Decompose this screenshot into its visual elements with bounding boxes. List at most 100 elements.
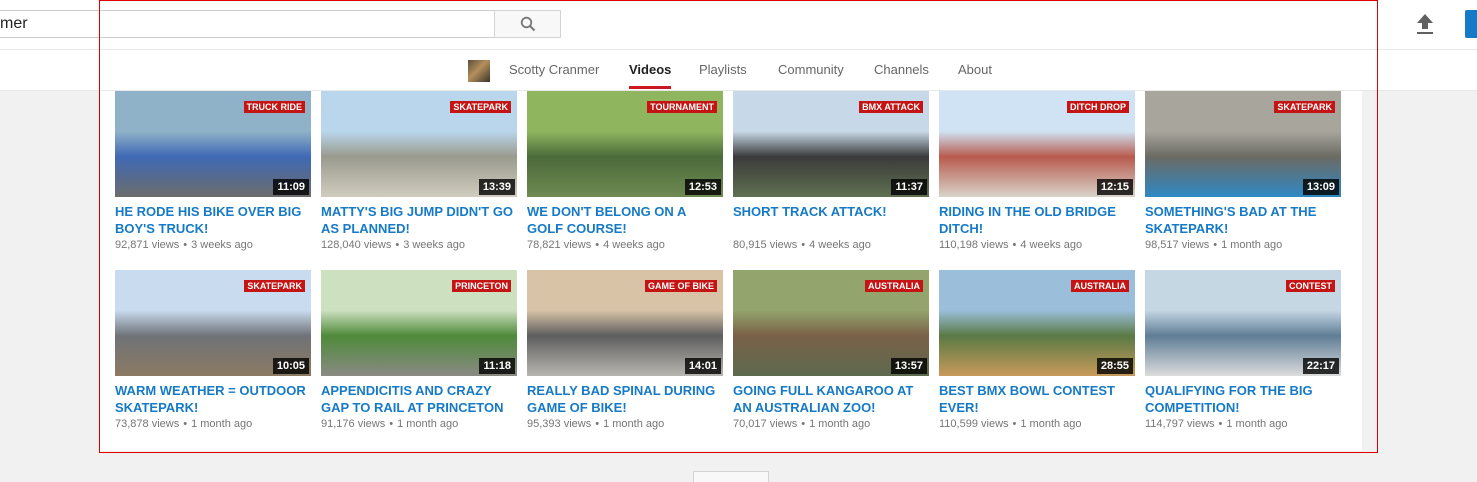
signin-button[interactable] (1465, 10, 1477, 38)
video-duration: 12:15 (1096, 179, 1133, 195)
video-card[interactable]: PRINCETON 11:18 APPENDICITIS AND CRAZY GAP… (321, 270, 517, 432)
tab-playlists[interactable]: Playlists (699, 50, 747, 90)
thumbnail-caption: PRINCETON (452, 280, 511, 292)
video-meta: 128,040 views • 3 weeks ago (321, 237, 517, 253)
video-age: 4 weeks ago (1020, 239, 1083, 251)
video-age: 4 weeks ago (809, 239, 871, 251)
meta-separator: • (595, 418, 600, 430)
video-duration: 11:18 (479, 358, 515, 374)
video-card[interactable]: TRUCK RIDE 11:09 HE RODE HIS BIKE OVER BIG… (115, 91, 311, 253)
video-title[interactable]: RIDING IN THE OLD BRIDGE DITCH! (939, 203, 1135, 237)
video-thumbnail[interactable]: BMX ATTACK 11:37 (733, 91, 929, 197)
thumbnail-caption: AUSTRALIA (865, 280, 923, 292)
meta-separator: • (595, 239, 600, 251)
search-button[interactable] (494, 10, 561, 38)
video-age: 1 month ago (397, 418, 459, 430)
tab-about[interactable]: About (958, 50, 992, 90)
video-card[interactable]: SKATEPARK 13:09 SOMETHING'S BAD AT THE SKA… (1145, 91, 1341, 253)
video-meta: 110,599 views • 1 month ago (939, 416, 1135, 432)
video-views: 73,878 views (115, 418, 180, 430)
meta-separator: • (183, 418, 188, 430)
video-card[interactable]: GAME OF BIKE 14:01 REALLY BAD SPINAL DURIN… (527, 270, 723, 432)
video-views: 80,915 views (733, 239, 798, 251)
video-views: 92,871 views (115, 239, 180, 251)
search-input[interactable]: mer (0, 10, 494, 38)
video-title[interactable]: MATTY'S BIG JUMP DIDN'T GO AS PLANNED! (321, 203, 517, 237)
video-meta: 114,797 views • 1 month ago (1145, 416, 1341, 432)
video-card[interactable]: AUSTRALIA 28:55 BEST BMX BOWL CONTEST EVER… (939, 270, 1135, 432)
video-age: 3 weeks ago (191, 239, 253, 251)
thumbnail-caption: DITCH DROP (1067, 101, 1129, 113)
video-views: 128,040 views (321, 239, 392, 251)
video-thumbnail[interactable]: GAME OF BIKE 14:01 (527, 270, 723, 376)
video-views: 114,797 views (1145, 418, 1215, 430)
video-meta: 78,821 views • 4 weeks ago (527, 237, 723, 253)
video-card[interactable]: TOURNAMENT 12:53 WE DON'T BELONG ON A GOLF… (527, 91, 723, 253)
video-title[interactable]: WARM WEATHER = OUTDOOR SKATEPARK! (115, 382, 311, 416)
video-card[interactable]: BMX ATTACK 11:37 SHORT TRACK ATTACK! 80,915… (733, 91, 929, 253)
video-title[interactable]: GOING FULL KANGAROO AT AN AUSTRALIAN ZOO… (733, 382, 929, 416)
tab-community[interactable]: Community (778, 50, 844, 90)
video-duration: 14:01 (684, 358, 721, 374)
video-title[interactable]: SHORT TRACK ATTACK! (733, 203, 929, 237)
video-thumbnail[interactable]: CONTEST 22:17 (1145, 270, 1341, 376)
video-title[interactable]: HE RODE HIS BIKE OVER BIG BOY'S TRUCK! (115, 203, 311, 237)
video-views: 70,017 views (733, 418, 798, 430)
video-title[interactable]: APPENDICITIS AND CRAZY GAP TO RAIL AT PR… (321, 382, 517, 416)
video-thumbnail[interactable]: AUSTRALIA 13:57 (733, 270, 929, 376)
video-card[interactable]: CONTEST 22:17 QUALIFYING FOR THE BIG COMPE… (1145, 270, 1341, 432)
load-more-button[interactable] (693, 471, 769, 482)
video-duration: 11:09 (273, 179, 309, 195)
video-meta: 92,871 views • 3 weeks ago (115, 237, 311, 253)
video-thumbnail[interactable]: SKATEPARK 13:39 (321, 91, 517, 197)
thumbnail-caption: AUSTRALIA (1071, 280, 1129, 292)
video-title[interactable]: SOMETHING'S BAD AT THE SKATEPARK! (1145, 203, 1341, 237)
search-icon (520, 16, 535, 32)
video-age: 1 month ago (1221, 239, 1283, 251)
channel-nav: Scotty Cranmer Videos Playlists Communit… (0, 50, 1477, 91)
channel-avatar[interactable] (468, 60, 490, 82)
video-duration: 11:37 (891, 179, 927, 195)
upload-icon[interactable] (1414, 12, 1436, 36)
video-age: 1 month ago (191, 418, 253, 430)
video-card[interactable]: DITCH DROP 12:15 RIDING IN THE OLD BRIDGE … (939, 91, 1135, 253)
video-views: 110,599 views (939, 418, 1009, 430)
video-age: 1 month ago (1020, 418, 1082, 430)
video-title[interactable]: BEST BMX BOWL CONTEST EVER! (939, 382, 1135, 416)
video-age: 3 weeks ago (403, 239, 465, 251)
video-age: 1 month ago (603, 418, 665, 430)
video-duration: 10:05 (272, 358, 309, 374)
video-thumbnail[interactable]: DITCH DROP 12:15 (939, 91, 1135, 197)
video-duration: 22:17 (1302, 358, 1339, 374)
video-title[interactable]: QUALIFYING FOR THE BIG COMPETITION! (1145, 382, 1341, 416)
thumbnail-caption: TOURNAMENT (647, 101, 717, 113)
video-title[interactable]: REALLY BAD SPINAL DURING GAME OF BIKE! (527, 382, 723, 416)
video-thumbnail[interactable]: SKATEPARK 10:05 (115, 270, 311, 376)
video-thumbnail[interactable]: TOURNAMENT 12:53 (527, 91, 723, 197)
video-title[interactable]: WE DON'T BELONG ON A GOLF COURSE! (527, 203, 723, 237)
video-meta: 70,017 views • 1 month ago (733, 416, 929, 432)
meta-separator: • (389, 418, 394, 430)
tab-videos[interactable]: Videos (629, 50, 672, 90)
video-meta: 95,393 views • 1 month ago (527, 416, 723, 432)
video-thumbnail[interactable]: SKATEPARK 13:09 (1145, 91, 1341, 197)
video-card[interactable]: AUSTRALIA 13:57 GOING FULL KANGAROO AT AN … (733, 270, 929, 432)
video-views: 110,198 views (939, 239, 1009, 251)
video-duration: 12:53 (684, 179, 721, 195)
video-duration: 13:57 (890, 358, 927, 374)
video-card[interactable]: SKATEPARK 13:39 MATTY'S BIG JUMP DIDN'T GO… (321, 91, 517, 253)
meta-separator: • (395, 239, 400, 251)
meta-separator: • (1218, 418, 1223, 430)
video-thumbnail[interactable]: PRINCETON 11:18 (321, 270, 517, 376)
thumbnail-caption: SKATEPARK (1274, 101, 1335, 113)
video-card[interactable]: SKATEPARK 10:05 WARM WEATHER = OUTDOOR SKA… (115, 270, 311, 432)
tab-channels[interactable]: Channels (874, 50, 929, 90)
tab-channel-home[interactable]: Scotty Cranmer (509, 50, 599, 90)
video-thumbnail[interactable]: TRUCK RIDE 11:09 (115, 91, 311, 197)
video-age: 1 month ago (1226, 418, 1288, 430)
thumbnail-caption: CONTEST (1285, 280, 1335, 292)
meta-separator: • (801, 239, 806, 251)
video-meta: 91,176 views • 1 month ago (321, 416, 517, 432)
thumbnail-caption: TRUCK RIDE (243, 101, 305, 113)
video-thumbnail[interactable]: AUSTRALIA 28:55 (939, 270, 1135, 376)
